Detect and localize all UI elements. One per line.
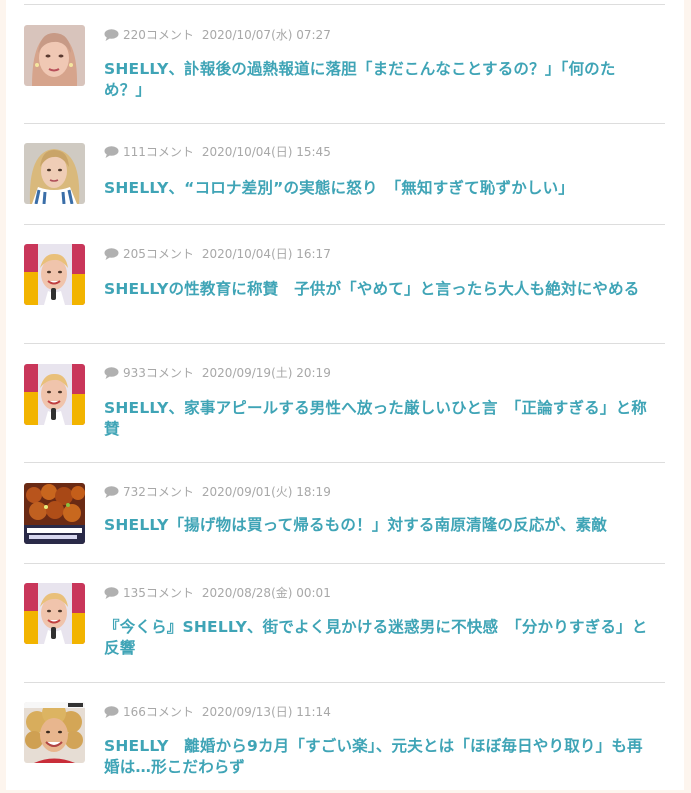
article-thumbnail[interactable] (24, 583, 85, 644)
list-item: 205コメント 2020/10/04(日) 16:17 SHELLYの性教育に称賛… (24, 225, 665, 344)
article-list: 220コメント 2020/10/07(水) 07:27 SHELLY、訃報後の過熱… (24, 4, 665, 793)
article-title-link[interactable]: SHELLYの性教育に称賛 子供が「やめて」と言ったら大人も絶対にやめる (104, 279, 649, 300)
article-title-link[interactable]: 『今くら』SHELLY、街でよく見かける迷惑男に不快感 「分かりすぎる」と反響 (104, 617, 649, 659)
page: 220コメント 2020/10/07(水) 07:27 SHELLY、訃報後の過熱… (6, 0, 684, 790)
article-thumbnail[interactable] (24, 25, 85, 86)
article-title-link[interactable]: SHELLY、“コロナ差別”の実態に怒り 「無知すぎて恥ずかしい」 (104, 178, 649, 199)
comment-icon (104, 706, 119, 718)
comment-count: 111コメント (123, 145, 194, 159)
comment-count: 135コメント (123, 586, 194, 600)
comment-icon (104, 587, 119, 599)
comment-count: 166コメント (123, 705, 194, 719)
article-meta: 933コメント 2020/09/19(土) 20:19 (104, 365, 331, 381)
article-title-link[interactable]: SHELLY「揚げ物は買って帰るもの！」対する南原清隆の反応が、素敵 (104, 515, 649, 536)
article-title-link[interactable]: SHELLY 離婚から9カ月「すごい楽」、元夫とは「ほぼ毎日やり取り」も再婚は…… (104, 736, 649, 778)
article-thumbnail[interactable] (24, 244, 85, 305)
comment-icon (104, 146, 119, 158)
article-thumbnail[interactable] (24, 702, 85, 763)
comment-count: 933コメント (123, 366, 194, 380)
article-meta: 135コメント 2020/08/28(金) 00:01 (104, 585, 331, 601)
comment-icon (104, 29, 119, 41)
comment-count: 732コメント (123, 485, 194, 499)
comment-icon (104, 248, 119, 260)
list-item: 111コメント 2020/10/04(日) 15:45 SHELLY、“コロナ差別… (24, 124, 665, 225)
article-title-link[interactable]: SHELLY、家事アピールする男性へ放った厳しいひと言 「正論すぎる」と称賛 (104, 398, 649, 440)
list-item: 732コメント 2020/09/01(火) 18:19 SHELLY「揚げ物は買っ… (24, 463, 665, 564)
list-item: 166コメント 2020/09/13(日) 11:14 SHELLY 離婚から9カ… (24, 683, 665, 793)
comment-count: 220コメント (123, 28, 194, 42)
article-meta: 732コメント 2020/09/01(火) 18:19 (104, 484, 331, 500)
article-thumbnail[interactable] (24, 143, 85, 204)
article-meta: 166コメント 2020/09/13(日) 11:14 (104, 704, 331, 720)
article-title-link[interactable]: SHELLY、訃報後の過熱報道に落胆「まだこんなことするの？」「何のため？」 (104, 59, 649, 101)
list-item: 933コメント 2020/09/19(土) 20:19 SHELLY、家事アピール… (24, 344, 665, 463)
article-meta: 111コメント 2020/10/04(日) 15:45 (104, 144, 331, 160)
article-date: 2020/10/04(日) 16:17 (201, 247, 331, 261)
article-thumbnail[interactable] (24, 483, 85, 544)
article-date: 2020/10/04(日) 15:45 (201, 145, 331, 159)
article-date: 2020/10/07(水) 07:27 (201, 28, 331, 42)
list-item: 220コメント 2020/10/07(水) 07:27 SHELLY、訃報後の過熱… (24, 5, 665, 124)
article-meta: 220コメント 2020/10/07(水) 07:27 (104, 27, 331, 43)
comment-icon (104, 367, 119, 379)
comment-icon (104, 486, 119, 498)
article-meta: 205コメント 2020/10/04(日) 16:17 (104, 246, 331, 262)
article-date: 2020/09/19(土) 20:19 (201, 366, 331, 380)
article-date: 2020/09/01(火) 18:19 (201, 485, 331, 499)
article-thumbnail[interactable] (24, 364, 85, 425)
article-date: 2020/09/13(日) 11:14 (201, 705, 331, 719)
list-item: 135コメント 2020/08/28(金) 00:01 『今くら』SHELLY、街… (24, 564, 665, 683)
comment-count: 205コメント (123, 247, 194, 261)
article-date: 2020/08/28(金) 00:01 (201, 586, 331, 600)
